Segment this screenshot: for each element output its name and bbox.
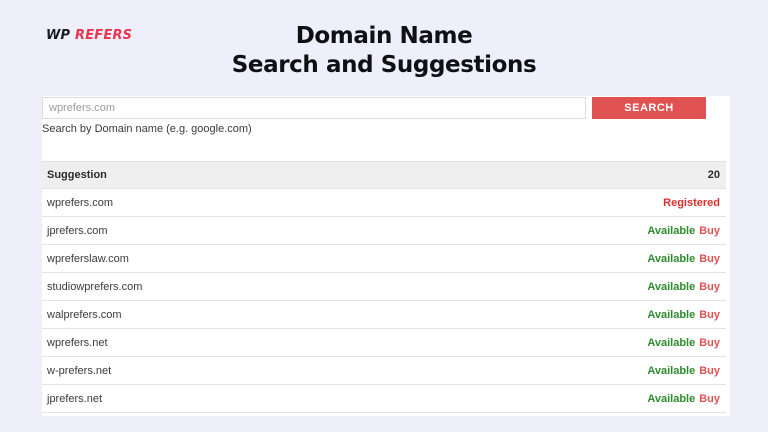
suggestion-column-header: Suggestion — [47, 169, 107, 181]
buy-link[interactable]: Buy — [699, 281, 720, 293]
status-available: Available — [647, 364, 696, 377]
table-row: wpreferslaw.com Available Buy — [42, 245, 726, 273]
page-title: Domain Name Search and Suggestions — [0, 22, 768, 80]
buy-link[interactable]: Buy — [699, 393, 720, 405]
domain-name: w-prefers.net — [47, 364, 112, 377]
buy-link[interactable]: Buy — [699, 253, 720, 265]
page-title-line1: Domain Name — [295, 23, 473, 49]
status-available: Available — [647, 336, 696, 349]
search-hint: Search by Domain name (e.g. google.com) — [42, 123, 252, 135]
page-title-line2: Search and Suggestions — [231, 52, 537, 78]
table-row: jprefers.com Available Buy — [42, 217, 726, 245]
buy-link[interactable]: Buy — [699, 365, 720, 377]
table-row: wprefers.net Available Buy — [42, 329, 726, 357]
domain-name: wprefers.net — [47, 336, 108, 349]
status-available: Available — [647, 308, 696, 321]
buy-link[interactable]: Buy — [699, 225, 720, 237]
status-available: Available — [647, 392, 696, 405]
status-available: Available — [647, 224, 696, 237]
suggestions-table: Suggestion 20 wprefers.com Registered jp… — [42, 161, 726, 413]
domain-name: jprefers.net — [47, 392, 103, 405]
table-row: studiowprefers.com Available Buy — [42, 273, 726, 301]
domain-search-panel: SEARCH Search by Domain name (e.g. googl… — [42, 96, 730, 416]
suggestions-header-row: Suggestion 20 — [42, 161, 726, 189]
table-row: w-prefers.net Available Buy — [42, 357, 726, 385]
search-button[interactable]: SEARCH — [592, 97, 706, 119]
domain-name: walprefers.com — [47, 308, 122, 321]
buy-link[interactable]: Buy — [699, 337, 720, 349]
suggestion-count: 20 — [707, 169, 720, 181]
table-row: walprefers.com Available Buy — [42, 301, 726, 329]
status-available: Available — [647, 280, 696, 293]
status-available: Available — [647, 252, 696, 265]
domain-name: studiowprefers.com — [47, 280, 143, 293]
table-row: jprefers.net Available Buy — [42, 385, 726, 413]
domain-name: jprefers.com — [47, 224, 108, 237]
domain-name: wprefers.com — [47, 196, 114, 209]
table-row: wprefers.com Registered — [42, 189, 726, 217]
buy-link[interactable]: Buy — [699, 309, 720, 321]
domain-search-input[interactable] — [42, 97, 586, 119]
status-registered: Registered — [663, 196, 720, 209]
domain-name: wpreferslaw.com — [47, 252, 129, 265]
